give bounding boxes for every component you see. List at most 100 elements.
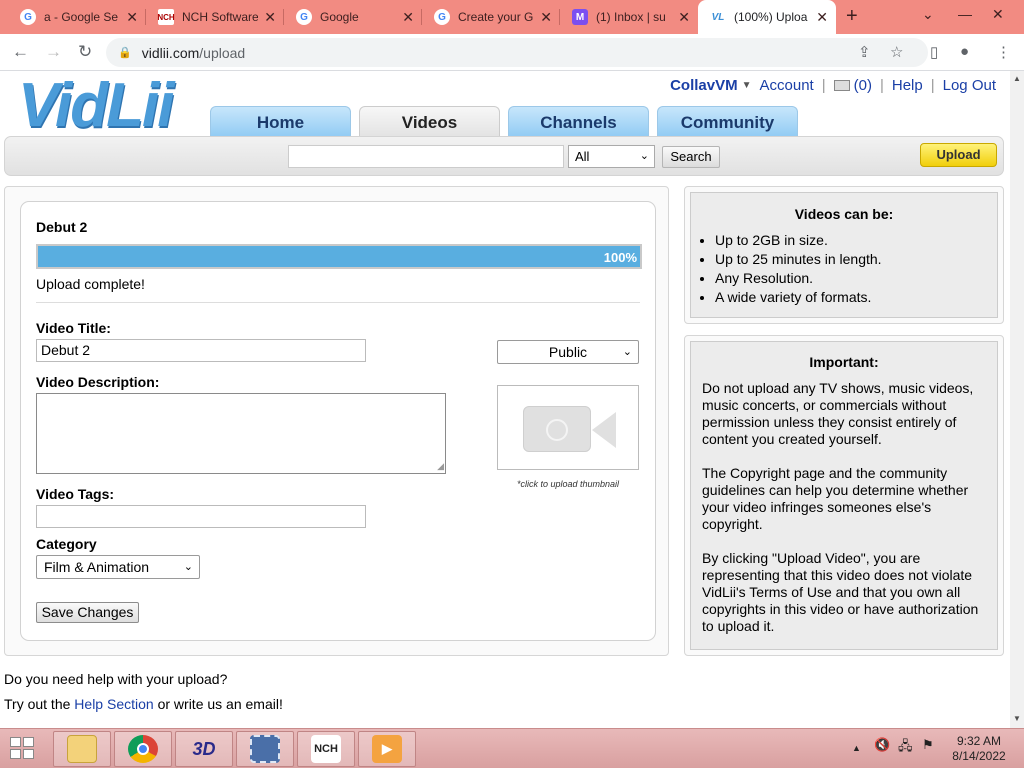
browser-tab[interactable]: G a - Google Se ✕ [8,0,146,34]
browser-tab[interactable]: G Google ✕ [284,0,422,34]
close-tab-icon[interactable]: ✕ [678,9,690,26]
nav-tab-videos[interactable]: Videos [359,106,500,138]
new-tab-icon[interactable]: + [846,5,858,28]
reload-icon[interactable]: ↻ [78,42,92,62]
taskbar-file-explorer[interactable] [53,731,111,767]
chevron-down-icon: ⌄ [622,346,632,358]
divider: | [930,77,935,94]
help-section-link[interactable]: Help Section [74,696,153,712]
close-tab-icon[interactable]: ✕ [126,9,138,26]
forward-icon[interactable]: → [45,42,62,62]
scroll-down-icon[interactable]: ▼ [1013,714,1021,723]
clock-time: 9:32 AM [956,734,1002,748]
3d-app-icon: 3D [192,738,216,759]
top-links: CollavVM ▼ Account | (0) | Help | Log Ou… [670,77,996,94]
browser-tab-active[interactable]: VL (100%) Uploa ✕ [698,0,836,34]
nav-tab-channels[interactable]: Channels [508,106,649,138]
save-changes-button[interactable]: Save Changes [36,602,139,623]
nch-icon: NCH [311,735,341,763]
thumbnail-note: *click to upload thumbnail [516,479,620,489]
caret-down-icon[interactable]: ▼ [742,80,752,91]
close-tab-icon[interactable]: ✕ [540,9,552,26]
help-text-pre: Try out the [4,696,75,712]
privacy-select[interactable]: Public ⌄ [497,340,639,364]
taskbar-clock[interactable]: 9:32 AM 8/14/2022 [944,734,1014,764]
nav-tab-home[interactable]: Home [210,106,351,138]
search-input[interactable] [288,145,564,168]
tab-title: (100%) Uploa [734,10,808,24]
tab-title: Create your G [458,10,534,24]
inbox-count[interactable]: (0) [854,77,872,94]
scroll-up-icon[interactable]: ▲ [1013,74,1021,83]
network-icon[interactable]: 🖧 [898,737,913,759]
upload-panel: Debut 2 100% Upload complete! Video Titl… [4,186,669,656]
video-title-input[interactable]: Debut 2 [36,339,366,362]
list-item: A wide variety of formats. [715,289,882,305]
vidlii-icon: VL [711,11,725,23]
video-tags-input[interactable] [36,505,366,528]
menu-kebab-icon[interactable]: ⋮ [996,43,1011,61]
important-heading: Important: [809,354,879,370]
help-text-post: or write us an email! [153,696,283,712]
upload-status: Upload complete! [36,276,145,292]
taskbar-media-player[interactable]: ▶ [358,731,416,767]
close-window-icon[interactable]: ✕ [992,6,1004,23]
browser-tab[interactable]: M (1) Inbox | su ✕ [560,0,698,34]
chevron-down-icon: ⌄ [183,561,193,573]
minimize-icon[interactable]: — [958,6,972,22]
search-category-select[interactable]: All ⌄ [568,145,655,168]
help-question: Do you need help with your upload? [4,671,228,687]
nch-icon: NCH [157,9,175,25]
url-host: vidlii.com [141,44,200,61]
camera-lens-shape [592,412,616,448]
video-description-label: Video Description: [36,374,160,390]
nav-tab-community[interactable]: Community [657,106,798,138]
google-icon: G [434,9,450,25]
videos-can-be-heading: Videos can be: [794,206,894,222]
browser-tab[interactable]: G Create your G ✕ [422,0,560,34]
taskbar-chrome[interactable] [114,731,172,767]
back-icon[interactable]: ← [12,42,29,62]
url-field[interactable]: 🔒 vidlii.com/upload [106,38,928,67]
thumbnail-upload[interactable] [497,385,639,470]
chevron-down-icon[interactable]: ⌄ [922,6,934,23]
action-center-icon[interactable]: ⚑ [922,737,934,753]
windows-start-icon[interactable] [10,737,36,761]
logout-link[interactable]: Log Out [943,77,996,94]
help-link[interactable]: Help [892,77,923,94]
category-value: Film & Animation [44,559,150,575]
username-link[interactable]: CollavVM [670,77,738,94]
volume-muted-icon[interactable]: 🔇 [874,737,890,753]
videos-can-be-list: Up to 2GB in size. Up to 25 minutes in l… [715,232,882,308]
category-select[interactable]: Film & Animation ⌄ [36,555,200,579]
tray-expand-icon[interactable]: ▲ [852,743,861,753]
side-panel-icon[interactable]: ▯ [930,43,938,61]
browser-tab[interactable]: NCH NCH Software ✕ [146,0,284,34]
taskbar-video-editor[interactable] [236,731,294,767]
close-tab-icon[interactable]: ✕ [816,9,828,26]
clock-date: 8/14/2022 [952,749,1006,763]
taskbar-3d-app[interactable]: 3D [175,731,233,767]
chrome-icon [128,735,158,763]
bookmark-star-icon[interactable]: ☆ [890,43,903,61]
site-logo[interactable]: VidLii [18,75,174,137]
close-tab-icon[interactable]: ✕ [264,9,276,26]
close-tab-icon[interactable]: ✕ [402,9,414,26]
video-description-textarea[interactable]: ◢ [36,393,446,474]
profile-icon[interactable]: ● [960,43,969,60]
page-scrollbar[interactable]: ▲ ▼ [1010,71,1024,728]
resize-grip-icon[interactable]: ◢ [437,461,444,472]
search-button[interactable]: Search [662,146,720,168]
help-line: Try out the Help Section or write us an … [4,696,283,712]
taskbar-nch[interactable]: NCH [297,731,355,767]
upload-button[interactable]: Upload [920,143,997,167]
search-bar: All ⌄ Search Upload [4,136,1004,176]
progress-fill [38,246,640,267]
lock-icon: 🔒 [118,47,132,59]
upload-progress-bar: 100% [36,244,642,269]
envelope-icon[interactable] [833,80,850,91]
folder-icon [67,735,97,763]
share-icon[interactable]: ⇪ [858,43,871,61]
account-link[interactable]: Account [760,77,814,94]
list-item: Any Resolution. [715,270,882,286]
